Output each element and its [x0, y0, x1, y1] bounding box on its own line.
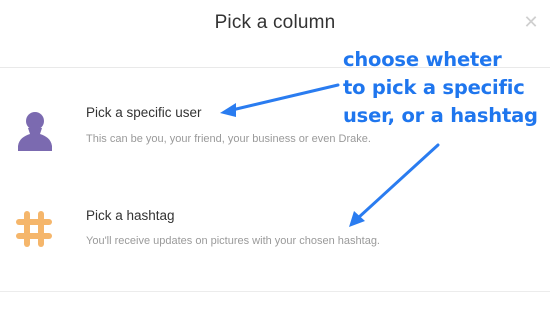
option-hashtag[interactable]: Pick a hashtag You'll receive updates on…: [0, 192, 550, 282]
annotation-line: user, or a hashtag: [343, 104, 538, 127]
close-icon[interactable]: ✕: [522, 14, 540, 32]
option-title: Pick a specific user: [86, 105, 202, 120]
divider: [0, 291, 550, 292]
option-title: Pick a hashtag: [86, 208, 175, 223]
annotation-line: choose wheter: [343, 48, 502, 71]
annotation-text: choose wheter to pick a specific user, o…: [343, 46, 550, 130]
modal-title: Pick a column: [214, 12, 336, 33]
user-silhouette-icon: [18, 112, 52, 151]
option-description: This can be you, your friend, your busin…: [86, 133, 371, 145]
hashtag-icon: [16, 211, 52, 247]
option-description: You'll receive updates on pictures with …: [86, 235, 380, 247]
annotation-line: to pick a specific: [343, 76, 525, 99]
